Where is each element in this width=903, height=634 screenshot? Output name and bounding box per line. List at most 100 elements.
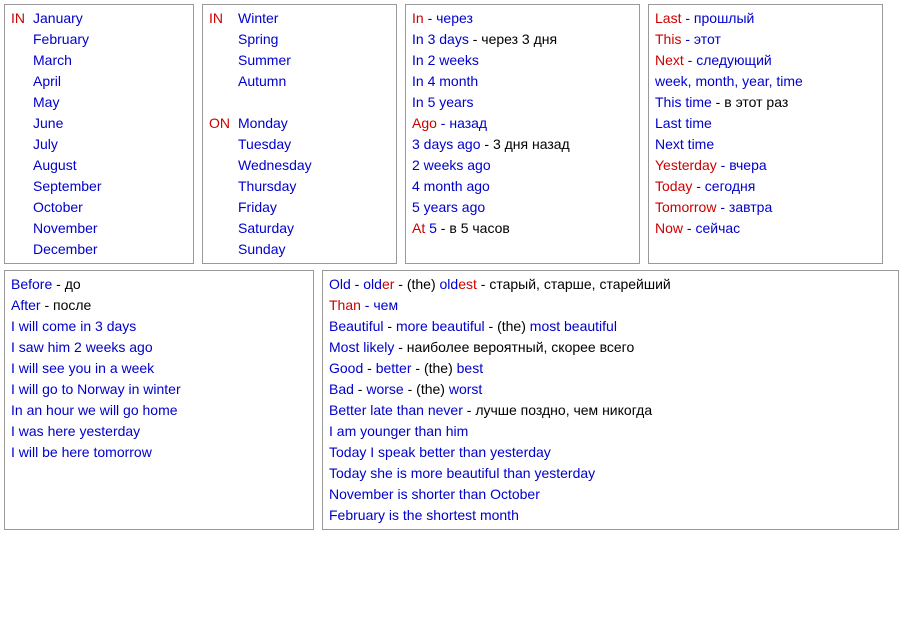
time-expressions-box: In - черезIn 3 days - через 3 дняIn 2 we… bbox=[405, 4, 640, 264]
text-line: Better late than never - лучше поздно, ч… bbox=[329, 400, 892, 421]
relative-time-box: Last - прошлыйThis - этотNext - следующи… bbox=[648, 4, 883, 264]
text-line: Next - следующий bbox=[655, 50, 876, 71]
text-segment: Next time bbox=[655, 136, 714, 152]
text-segment: 5 years ago bbox=[412, 199, 485, 215]
month-item: June bbox=[33, 113, 101, 134]
text-segment: - прошлый bbox=[681, 10, 754, 26]
text-segment: - лучше поздно, чем никогда bbox=[463, 402, 652, 418]
text-line: week, month, year, time bbox=[655, 71, 876, 92]
text-segment: In 5 years bbox=[412, 94, 473, 110]
text-line: In 5 years bbox=[412, 92, 633, 113]
text-segment: 5 bbox=[425, 220, 437, 236]
text-line: Today - сегодня bbox=[655, 176, 876, 197]
text-line: 5 years ago bbox=[412, 197, 633, 218]
text-segment: - наиболее вероятный, скорее всего bbox=[394, 339, 634, 355]
text-line: Bad - worse - (the) worst bbox=[329, 379, 892, 400]
text-segment: I will be here tomorrow bbox=[11, 444, 152, 460]
text-segment: In 3 days bbox=[412, 31, 469, 47]
text-segment: old bbox=[440, 276, 459, 292]
text-segment: In bbox=[412, 10, 424, 26]
text-line: Most likely - наиболее вероятный, скорее… bbox=[329, 337, 892, 358]
text-segment: Before bbox=[11, 276, 52, 292]
text-segment: - следующий bbox=[684, 52, 772, 68]
text-segment: February is the shortest month bbox=[329, 507, 519, 523]
text-segment: - сейчас bbox=[683, 220, 740, 236]
month-item: January bbox=[33, 8, 101, 29]
text-line: I will come in 3 days bbox=[11, 316, 307, 337]
list-item: Winter bbox=[238, 8, 312, 29]
text-segment: I saw him 2 weeks ago bbox=[11, 339, 153, 355]
preposition-label: ON bbox=[209, 113, 238, 260]
text-segment: worse bbox=[366, 381, 403, 397]
text-line: This - этот bbox=[655, 29, 876, 50]
text-segment: I will come in 3 days bbox=[11, 318, 136, 334]
text-segment: This bbox=[655, 31, 681, 47]
list-item: Wednesday bbox=[238, 155, 312, 176]
text-segment: - назад bbox=[437, 115, 487, 131]
text-segment: 3 days ago bbox=[412, 136, 481, 152]
word-list: WinterSpringSummerAutumn bbox=[238, 8, 320, 92]
text-segment: - bbox=[354, 381, 366, 397]
text-line: This time - в этот раз bbox=[655, 92, 876, 113]
text-segment: - bbox=[351, 276, 363, 292]
text-segment: - завтра bbox=[716, 199, 772, 215]
text-segment: Next bbox=[655, 52, 684, 68]
months-box: IN JanuaryFebruaryMarchAprilMayJuneJulyA… bbox=[4, 4, 194, 264]
text-segment: After bbox=[11, 297, 41, 313]
month-item: September bbox=[33, 176, 101, 197]
text-segment: Ago bbox=[412, 115, 437, 131]
month-item: April bbox=[33, 71, 101, 92]
text-line: February is the shortest month bbox=[329, 505, 892, 526]
text-line: I was here yesterday bbox=[11, 421, 307, 442]
text-segment: more beautiful bbox=[396, 318, 485, 334]
text-line: After - после bbox=[11, 295, 307, 316]
list-item: Summer bbox=[238, 50, 312, 71]
text-segment: Tomorrow bbox=[655, 199, 716, 215]
text-segment: Good bbox=[329, 360, 363, 376]
text-line: I will be here tomorrow bbox=[11, 442, 307, 463]
list-item: Monday bbox=[238, 113, 312, 134]
text-segment: Last bbox=[655, 10, 681, 26]
text-segment: - вчера bbox=[717, 157, 767, 173]
text-line: In 2 weeks bbox=[412, 50, 633, 71]
text-segment: - в 5 часов bbox=[437, 220, 510, 236]
text-segment: est bbox=[458, 276, 477, 292]
text-segment: - (the) bbox=[412, 360, 457, 376]
text-segment: - через 3 дня bbox=[469, 31, 557, 47]
examples-box: Before - доAfter - послеI will come in 3… bbox=[4, 270, 314, 530]
month-item: July bbox=[33, 134, 101, 155]
list-item: Saturday bbox=[238, 218, 312, 239]
text-segment: I will see you in a week bbox=[11, 360, 154, 376]
text-line: Today she is more beautiful than yesterd… bbox=[329, 463, 892, 484]
month-item: December bbox=[33, 239, 101, 260]
text-line: Tomorrow - завтра bbox=[655, 197, 876, 218]
list-item: Tuesday bbox=[238, 134, 312, 155]
month-item: October bbox=[33, 197, 101, 218]
text-segment: Most likely bbox=[329, 339, 394, 355]
text-segment: Old bbox=[329, 276, 351, 292]
text-line: Old - older - (the) oldest - старый, ста… bbox=[329, 274, 892, 295]
text-segment: worst bbox=[449, 381, 482, 397]
text-line: 4 month ago bbox=[412, 176, 633, 197]
text-segment: - чем bbox=[361, 297, 398, 313]
text-line: In 4 month bbox=[412, 71, 633, 92]
preposition-in: IN bbox=[11, 8, 33, 260]
text-segment: Today I speak better than yesterday bbox=[329, 444, 551, 460]
text-segment: - (the) bbox=[485, 318, 530, 334]
month-item: August bbox=[33, 155, 101, 176]
text-segment: Today she is more beautiful than yesterd… bbox=[329, 465, 595, 481]
text-segment: - 3 дня назад bbox=[481, 136, 570, 152]
text-segment: old bbox=[363, 276, 382, 292]
word-list: MondayTuesdayWednesdayThursdayFridaySatu… bbox=[238, 113, 320, 260]
seasons-days-box: INWinterSpringSummerAutumn ONMondayTuesd… bbox=[202, 4, 397, 264]
text-segment: Today bbox=[655, 178, 692, 194]
text-segment: week, month, year, time bbox=[655, 73, 803, 89]
text-segment: I will go to Norway in winter bbox=[11, 381, 181, 397]
text-segment: Bad bbox=[329, 381, 354, 397]
text-segment: In 2 weeks bbox=[412, 52, 479, 68]
text-segment: I was here yesterday bbox=[11, 423, 140, 439]
month-item: November bbox=[33, 218, 101, 239]
text-line: Beautiful - more beautiful - (the) most … bbox=[329, 316, 892, 337]
text-segment: most beautiful bbox=[530, 318, 617, 334]
months-list: JanuaryFebruaryMarchAprilMayJuneJulyAugu… bbox=[33, 8, 109, 260]
